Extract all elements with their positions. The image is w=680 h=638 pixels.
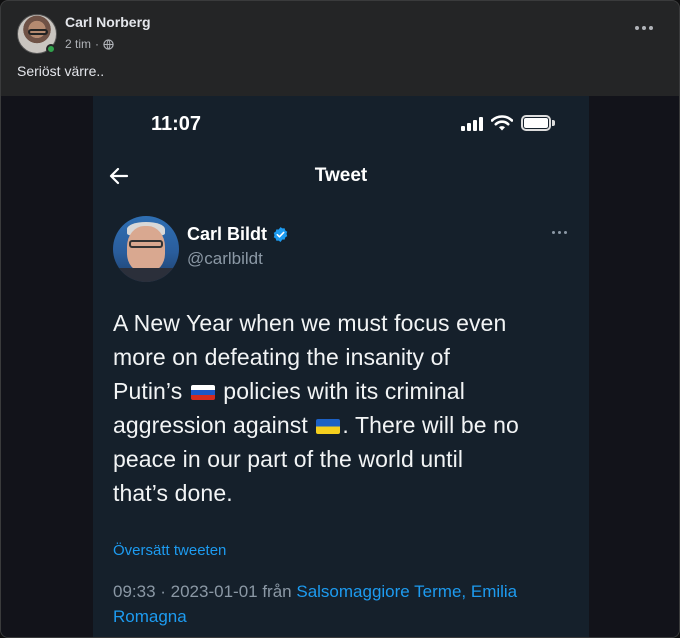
tweet-navbar: Tweet [93,154,589,198]
avatar-glasses [28,29,48,35]
post-author-name[interactable]: Carl Norberg [65,14,151,30]
verified-badge-icon [273,227,288,242]
screenshot-margin-right [589,96,679,637]
battery-icon [521,115,555,131]
tweet-text: A New Year when we must focus even more … [113,306,575,510]
wifi-icon [491,115,513,131]
tweet-timestamp[interactable]: 09:33 · 2023-01-01 från [113,582,296,601]
screenshot-margin-left [1,96,93,637]
post-meta: 2 tim · [65,37,114,51]
tweet-avatar[interactable] [113,216,179,282]
tweet-author-handle[interactable]: @carlbildt [187,249,263,269]
tweet-line: peace in our part of the world until [113,446,464,472]
tweet-line: aggression against . There will be no [113,412,519,438]
tweet-screenshot: 11:07 Tweet Carl Bildt @carlbildt A New … [1,96,679,637]
tweet-line: Putin’s policies with its criminal [113,378,465,404]
post-time[interactable]: 2 tim [65,37,91,51]
translate-tweet-link[interactable]: Översätt tweeten [113,542,226,559]
nav-title: Tweet [314,165,368,186]
russia-flag-icon [190,385,215,400]
post-header: Carl Norberg 2 tim · Seriöst värre.. [1,1,679,96]
status-bar: 11:07 [93,96,589,151]
phone-screen: 11:07 Tweet Carl Bildt @carlbildt A New … [93,96,589,637]
tweet-line: more on defeating the insanity of [113,344,451,370]
tweet-author-name-row[interactable]: Carl Bildt [187,224,289,245]
tweet-meta: 09:33 · 2023-01-01 från Salsomaggiore Te… [113,579,573,629]
tweet-author: Carl Bildt @carlbildt [93,211,589,282]
tweet-author-name[interactable]: Carl Bildt [187,224,267,245]
ukraine-flag-icon [316,419,341,434]
status-clock: 11:07 [151,113,202,135]
online-status-dot [46,44,56,54]
signal-icon [461,117,483,131]
post-text: Seriöst värre.. [17,63,105,79]
tweet-more-icon[interactable] [552,231,567,234]
status-icons [461,115,555,131]
meta-separator: · [95,37,100,51]
facebook-post: Carl Norberg 2 tim · Seriöst värre.. 11:… [0,0,680,638]
tweet-line: that’s done. [113,480,233,506]
more-horizontal-icon[interactable] [635,23,657,33]
globe-icon[interactable] [103,38,114,50]
tweet-line: A New Year when we must focus even [113,310,507,336]
